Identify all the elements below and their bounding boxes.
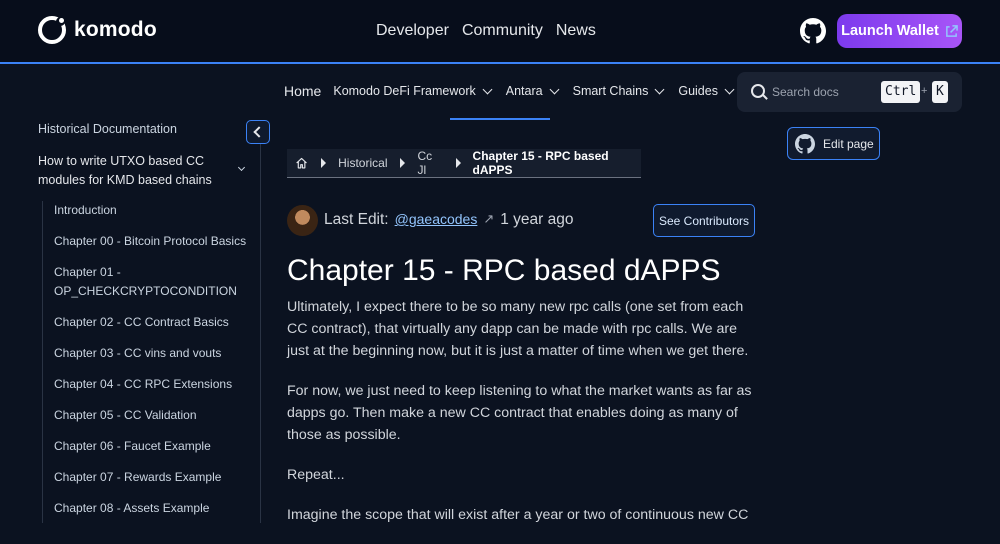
sidebar-item[interactable]: Chapter 06 - Faucet Example bbox=[54, 437, 254, 456]
sidebar-item[interactable]: Chapter 00 - Bitcoin Protocol Basics bbox=[54, 232, 254, 251]
breadcrumb-separator-icon bbox=[455, 158, 461, 168]
avatar bbox=[287, 205, 318, 236]
docs-nav-label: Guides bbox=[678, 84, 718, 98]
external-link-icon bbox=[945, 24, 958, 37]
sidebar-item[interactable]: Chapter 05 - CC Validation bbox=[54, 406, 254, 425]
sidebar-title[interactable]: Historical Documentation bbox=[38, 122, 177, 136]
article-paragraph: For now, we just need to keep listening … bbox=[287, 383, 752, 443]
brand-name: komodo bbox=[74, 18, 157, 41]
github-icon bbox=[795, 133, 815, 154]
breadcrumb-historical[interactable]: Historical bbox=[338, 156, 387, 170]
docs-nav-antara[interactable]: Antara bbox=[505, 84, 560, 98]
github-icon[interactable] bbox=[800, 18, 826, 44]
nav-community[interactable]: Community bbox=[462, 22, 543, 40]
sidebar-item[interactable]: Chapter 01 - OP_CHECKCRYPTOCONDITION bbox=[54, 263, 254, 301]
last-edit-user-link[interactable]: @gaeacodes bbox=[395, 211, 478, 229]
sidebar-item[interactable]: Introduction bbox=[54, 201, 254, 220]
sidebar-item[interactable]: Chapter 07 - Rewards Example bbox=[54, 468, 254, 487]
last-edit-label: Last Edit: bbox=[324, 211, 389, 228]
breadcrumb-current: Chapter 15 - RPC based dAPPS bbox=[472, 149, 609, 177]
chevron-down-icon bbox=[482, 84, 493, 94]
see-contributors-button[interactable]: See Contributors bbox=[653, 204, 755, 237]
page-title: Chapter 15 - RPC based dAPPS bbox=[287, 254, 721, 287]
docs-nav-label: Smart Chains bbox=[572, 84, 649, 98]
docs-nav-komodo-defi[interactable]: Komodo DeFi Framework bbox=[333, 84, 493, 98]
collapse-sidebar-button[interactable] bbox=[246, 120, 270, 144]
nav-news[interactable]: News bbox=[556, 22, 596, 40]
chevron-down-icon bbox=[724, 84, 735, 94]
chevron-down-icon bbox=[549, 84, 560, 94]
sidebar-section-utxo-cc[interactable]: How to write UTXO based CC modules for K… bbox=[38, 152, 223, 190]
external-arrow-icon: ↗ bbox=[483, 211, 495, 226]
docs-nav-guides[interactable]: Guides bbox=[678, 84, 735, 98]
article-paragraph: Ultimately, I expect there to be so many… bbox=[287, 299, 749, 359]
sidebar-chapter-list: Introduction Chapter 00 - Bitcoin Protoc… bbox=[54, 201, 254, 530]
nav-developer[interactable]: Developer bbox=[376, 22, 449, 40]
docs-nav-smart-chains[interactable]: Smart Chains bbox=[572, 84, 665, 98]
brand-logo[interactable]: komodo bbox=[38, 16, 157, 44]
docs-nav-home[interactable]: Home bbox=[284, 83, 321, 99]
launch-wallet-label: Launch Wallet bbox=[841, 23, 939, 39]
docs-nav-label: Antara bbox=[505, 84, 543, 98]
breadcrumb: Historical Cc Jl Chapter 15 - RPC based … bbox=[287, 149, 641, 178]
sidebar-item[interactable]: Chapter 08 - Assets Example bbox=[54, 499, 254, 518]
sidebar-item[interactable]: Chapter 02 - CC Contract Basics bbox=[54, 313, 254, 332]
last-edit-time: 1 year ago bbox=[500, 211, 574, 228]
sidebar-item[interactable]: Chapter 04 - CC RPC Extensions bbox=[54, 375, 254, 394]
active-tab-indicator bbox=[450, 118, 550, 120]
search-icon bbox=[751, 84, 765, 98]
shortcut-key-k: K bbox=[932, 81, 948, 103]
breadcrumb-cc-jl[interactable]: Cc Jl bbox=[417, 149, 442, 177]
top-nav: Developer Community News bbox=[376, 22, 596, 40]
docs-nav: Home Komodo DeFi Framework Antara Smart … bbox=[284, 83, 748, 99]
launch-wallet-button[interactable]: Launch Wallet bbox=[837, 14, 962, 48]
chevron-down-icon bbox=[654, 84, 665, 94]
breadcrumb-separator-icon bbox=[400, 158, 406, 168]
last-edit-info: Last Edit: @gaeacodes ↗ 1 year ago bbox=[324, 211, 574, 229]
sidebar-divider bbox=[260, 120, 261, 523]
shortcut-key-ctrl: Ctrl bbox=[881, 81, 921, 103]
chevron-down-icon[interactable] bbox=[237, 163, 246, 172]
article-body: Ultimately, I expect there to be so many… bbox=[287, 296, 762, 544]
search-docs-input[interactable]: Search docs Ctrl + K bbox=[737, 72, 962, 112]
article-paragraph: Repeat... bbox=[287, 467, 345, 483]
sidebar-item[interactable]: Chapter 03 - CC vins and vouts bbox=[54, 344, 254, 363]
top-header: komodo Developer Community News Launch W… bbox=[0, 0, 1000, 64]
docs-nav-label: Komodo DeFi Framework bbox=[333, 84, 476, 98]
shortcut-plus: + bbox=[921, 85, 928, 97]
home-icon[interactable] bbox=[295, 156, 308, 170]
breadcrumb-separator-icon bbox=[321, 158, 327, 168]
edit-page-label: Edit page bbox=[823, 136, 874, 151]
sidebar-tree-line bbox=[42, 201, 43, 523]
search-placeholder: Search docs bbox=[772, 85, 839, 99]
komodo-logo-icon bbox=[38, 16, 66, 44]
edit-page-button[interactable]: Edit page bbox=[787, 127, 880, 160]
